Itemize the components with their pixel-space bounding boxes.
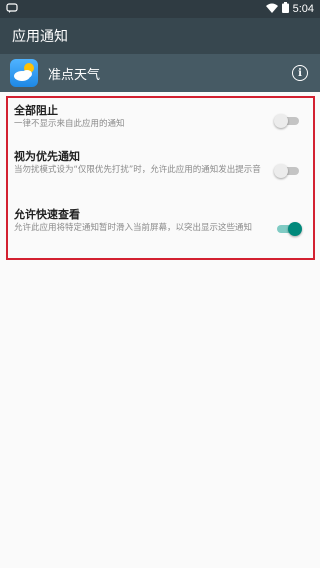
app-header-row: 准点天气 i xyxy=(0,54,320,92)
app-bar: 应用通知 xyxy=(0,18,320,54)
app-name: 准点天气 xyxy=(48,67,101,83)
toggle-thumb xyxy=(274,114,288,128)
notification-icon xyxy=(6,2,18,16)
peek-toggle[interactable] xyxy=(277,222,302,236)
wifi-icon xyxy=(265,3,278,16)
weather-app-icon xyxy=(10,59,38,87)
notification-settings-list: 全部阻止 一律不显示来自此应用的通知 视为优先通知 当勿扰模式设为“仅限优先打扰… xyxy=(6,96,315,260)
info-icon[interactable]: i xyxy=(292,65,308,81)
setting-title: 允许快速查看 xyxy=(14,208,80,221)
priority-toggle[interactable] xyxy=(274,164,299,178)
setting-peek[interactable]: 允许快速查看 允许此应用将特定通知暂时滑入当前屏幕，以突出显示这些通知 xyxy=(8,202,313,258)
setting-priority[interactable]: 视为优先通知 当勿扰模式设为“仅限优先打扰”时，允许此应用的通知发出提示音 xyxy=(8,144,313,202)
status-time: 5:04 xyxy=(292,3,314,15)
status-bar: 5:04 xyxy=(0,0,320,18)
page-title: 应用通知 xyxy=(12,29,68,45)
toggle-thumb xyxy=(288,222,302,236)
toggle-thumb xyxy=(274,164,288,178)
setting-description: 一律不显示来自此应用的通知 xyxy=(14,119,125,129)
setting-description: 当勿扰模式设为“仅限优先打扰”时，允许此应用的通知发出提示音 xyxy=(14,165,261,175)
setting-block-all[interactable]: 全部阻止 一律不显示来自此应用的通知 xyxy=(8,98,313,144)
block-all-toggle[interactable] xyxy=(274,114,299,128)
setting-description: 允许此应用将特定通知暂时滑入当前屏幕，以突出显示这些通知 xyxy=(14,223,253,233)
battery-icon xyxy=(281,2,289,16)
setting-title: 全部阻止 xyxy=(14,104,58,117)
setting-title: 视为优先通知 xyxy=(14,150,80,163)
